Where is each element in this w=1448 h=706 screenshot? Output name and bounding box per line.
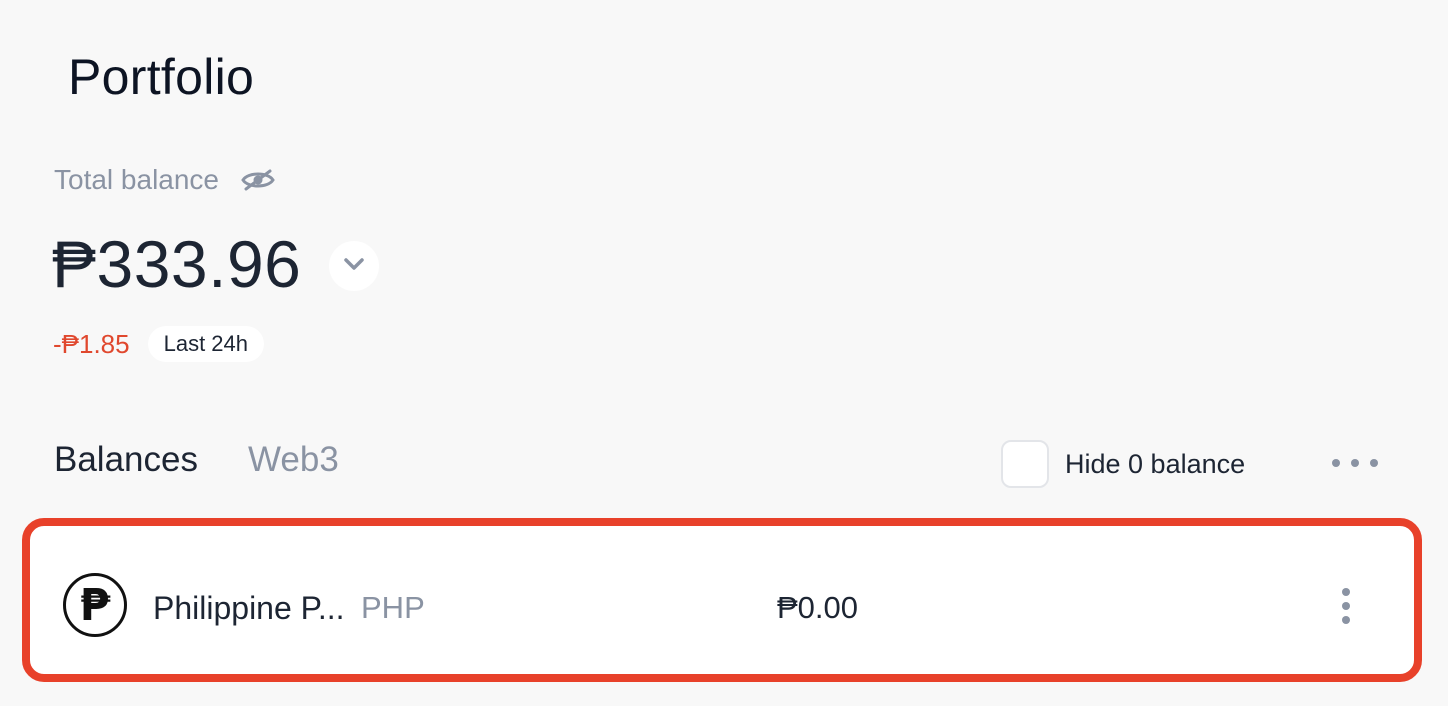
more-horizontal-icon[interactable] (1332, 452, 1378, 474)
asset-code: PHP (361, 590, 425, 625)
asset-row[interactable]: ₱ Philippine P... PHP ₱0.00 (22, 518, 1422, 682)
balance-row: ₱333.96 (52, 226, 380, 302)
eye-hidden-icon[interactable] (241, 167, 275, 193)
total-balance-label: Total balance (54, 164, 220, 195)
more-vertical-icon[interactable] (1339, 588, 1353, 624)
asset-amount: ₱0.00 (777, 590, 859, 625)
asset-name: Philippine P... (153, 590, 345, 626)
hide-zero-label[interactable]: Hide 0 balance (1065, 449, 1245, 480)
total-balance-value: ₱333.96 (52, 227, 302, 301)
change-value: -₱1.85 (53, 328, 130, 359)
peso-coin-icon: ₱ (63, 573, 127, 637)
total-balance-header: Total balance (54, 164, 275, 196)
page-title: Portfolio (68, 49, 255, 105)
tab-balances[interactable]: Balances (54, 440, 198, 480)
hide-zero-checkbox[interactable] (1001, 440, 1049, 488)
hide-zero-filter[interactable]: Hide 0 balance (1001, 440, 1245, 488)
tab-web3[interactable]: Web3 (248, 440, 339, 480)
chevron-down-icon (343, 257, 365, 276)
portfolio-tabs: Balances Web3 (54, 440, 339, 480)
change-period-pill[interactable]: Last 24h (147, 326, 265, 362)
change-row: -₱1.85 Last 24h (53, 326, 265, 362)
currency-dropdown-button[interactable] (329, 241, 380, 291)
